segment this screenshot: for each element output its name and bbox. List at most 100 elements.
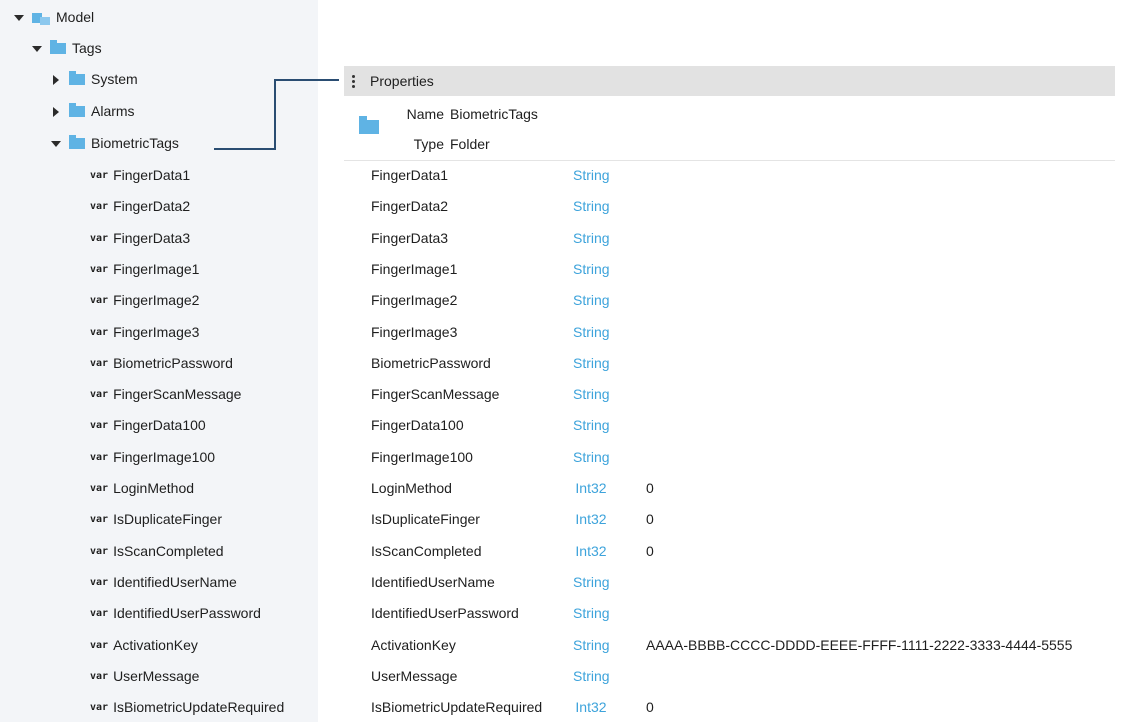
var-icon: var xyxy=(90,326,109,338)
property-type[interactable]: String xyxy=(573,160,610,191)
tree-node-biometrictags[interactable]: BiometricTags xyxy=(51,128,179,159)
property-type[interactable]: String xyxy=(573,410,610,441)
property-type[interactable]: String xyxy=(573,661,610,692)
property-type[interactable]: String xyxy=(573,254,610,285)
property-row[interactable]: BiometricPassword String xyxy=(344,348,1115,379)
tree-node-system[interactable]: System xyxy=(51,64,138,95)
property-row[interactable]: FingerImage3 String xyxy=(344,317,1115,348)
property-name: FingerScanMessage xyxy=(371,386,500,403)
var-icon: var xyxy=(90,545,109,557)
property-row[interactable]: IsBiometricUpdateRequired Int32 0 xyxy=(344,692,1115,723)
tree-variable-label: FingerImage1 xyxy=(113,260,200,277)
property-row[interactable]: UserMessage String xyxy=(344,661,1115,692)
tree-variable-label: BiometricPassword xyxy=(113,354,233,371)
property-row[interactable]: FingerImage2 String xyxy=(344,285,1115,316)
property-row[interactable]: FingerData100 String xyxy=(344,410,1115,441)
property-type[interactable]: Int32 xyxy=(566,473,616,504)
property-type[interactable]: Int32 xyxy=(566,504,616,535)
property-name: FingerImage100 xyxy=(371,448,473,465)
property-type[interactable]: String xyxy=(573,567,610,598)
tree-variable-item[interactable]: var FingerData1 xyxy=(90,160,190,191)
tree-variable-item[interactable]: var BiometricPassword xyxy=(90,348,233,379)
property-type[interactable]: String xyxy=(573,191,610,222)
var-icon: var xyxy=(90,576,109,588)
property-type[interactable]: String xyxy=(573,285,610,316)
tree-node-label: Alarms xyxy=(91,103,135,119)
var-icon: var xyxy=(90,451,109,463)
tree-variable-item[interactable]: var IsScanCompleted xyxy=(90,536,224,567)
tree-variable-item[interactable]: var FingerData100 xyxy=(90,410,206,441)
tree-variable-item[interactable]: var FingerImage3 xyxy=(90,317,199,348)
tree-variable-item[interactable]: var IdentifiedUserPassword xyxy=(90,598,261,629)
property-value[interactable]: 0 xyxy=(646,692,654,723)
property-type[interactable]: String xyxy=(573,379,610,410)
tree-variable-item[interactable]: var FingerImage1 xyxy=(90,254,199,285)
tree-variable-item[interactable]: var ActivationKey xyxy=(90,630,198,661)
tree-variable-label: FingerData100 xyxy=(113,417,206,434)
property-row[interactable]: LoginMethod Int32 0 xyxy=(344,473,1115,504)
tree-variable-label: IsDuplicateFinger xyxy=(113,511,222,528)
tree-variable-label: FingerData2 xyxy=(113,198,191,215)
property-value[interactable]: 0 xyxy=(646,504,654,535)
type-line: Type Folder xyxy=(344,134,644,154)
chevron-right-icon[interactable] xyxy=(53,106,59,117)
property-name: IsScanCompleted xyxy=(371,542,482,559)
property-row[interactable]: FingerData3 String xyxy=(344,223,1115,254)
connector-line xyxy=(274,79,276,150)
var-icon: var xyxy=(90,170,109,181)
tree-variable-item[interactable]: var UserMessage xyxy=(90,661,199,692)
tree-variable-item[interactable]: var FingerImage100 xyxy=(90,442,215,473)
property-type[interactable]: String xyxy=(573,223,610,254)
tree-variable-item[interactable]: var FingerImage2 xyxy=(90,285,199,316)
property-value[interactable]: 0 xyxy=(646,473,654,504)
tree-variable-item[interactable]: var IdentifiedUserName xyxy=(90,567,237,598)
property-row[interactable]: IdentifiedUserPassword String xyxy=(344,598,1115,629)
tree-variable-item[interactable]: var IsBiometricUpdateRequired xyxy=(90,692,284,723)
tree-variable-label: LoginMethod xyxy=(113,480,195,496)
property-row[interactable]: FingerData2 String xyxy=(344,191,1115,222)
property-type[interactable]: String xyxy=(573,348,610,379)
var-icon: var xyxy=(90,670,109,682)
tree-variable-item[interactable]: var FingerData2 xyxy=(90,191,190,222)
tree-node-alarms[interactable]: Alarms xyxy=(51,96,135,127)
tree-variable-item[interactable]: var IsDuplicateFinger xyxy=(90,504,222,535)
property-value[interactable]: AAAA-BBBB-CCCC-DDDD-EEEE-FFFF-1111-2222-… xyxy=(646,630,1072,661)
tree-variable-label: IdentifiedUserName xyxy=(113,573,237,590)
tree-variable-item[interactable]: var FingerData3 xyxy=(90,223,190,254)
property-value[interactable]: 0 xyxy=(646,536,654,567)
property-row[interactable]: FingerImage100 String xyxy=(344,442,1115,473)
property-row[interactable]: FingerData1 String xyxy=(344,160,1115,191)
tree-node-label: Model xyxy=(56,9,95,25)
property-row[interactable]: IdentifiedUserName String xyxy=(344,567,1115,598)
property-row[interactable]: IsScanCompleted Int32 0 xyxy=(344,536,1115,567)
more-options-icon[interactable] xyxy=(352,75,355,89)
tree-node-model[interactable]: Model xyxy=(14,2,94,33)
property-name: FingerData3 xyxy=(371,229,449,246)
chevron-down-icon[interactable] xyxy=(51,140,61,147)
property-type[interactable]: String xyxy=(573,442,610,473)
tree-variable-label: IsScanCompleted xyxy=(113,542,224,559)
property-type[interactable]: Int32 xyxy=(566,692,616,723)
properties-header: Properties xyxy=(344,66,1115,96)
property-name: UserMessage xyxy=(371,667,458,684)
property-type[interactable]: Int32 xyxy=(566,536,616,567)
tree-variable-item[interactable]: var LoginMethod xyxy=(90,473,194,504)
property-type[interactable]: String xyxy=(573,630,610,661)
property-name: IdentifiedUserPassword xyxy=(371,605,519,622)
chevron-down-icon[interactable] xyxy=(32,45,42,52)
type-value: Folder xyxy=(450,136,490,152)
property-row[interactable]: FingerScanMessage String xyxy=(344,379,1115,410)
var-icon: var xyxy=(90,483,109,494)
chevron-right-icon[interactable] xyxy=(53,74,59,85)
property-row[interactable]: ActivationKey String AAAA-BBBB-CCCC-DDDD-E… xyxy=(344,630,1115,661)
tree-node-tags[interactable]: Tags xyxy=(32,33,102,64)
properties-summary: Name BiometricTags Type Folder xyxy=(344,96,1115,161)
property-type[interactable]: String xyxy=(573,317,610,348)
property-name: IdentifiedUserName xyxy=(371,573,495,590)
var-icon: var xyxy=(90,295,109,307)
property-row[interactable]: FingerImage1 String xyxy=(344,254,1115,285)
chevron-down-icon[interactable] xyxy=(14,14,24,21)
property-type[interactable]: String xyxy=(573,598,610,629)
property-row[interactable]: IsDuplicateFinger Int32 0 xyxy=(344,504,1115,535)
tree-variable-item[interactable]: var FingerScanMessage xyxy=(90,379,241,410)
